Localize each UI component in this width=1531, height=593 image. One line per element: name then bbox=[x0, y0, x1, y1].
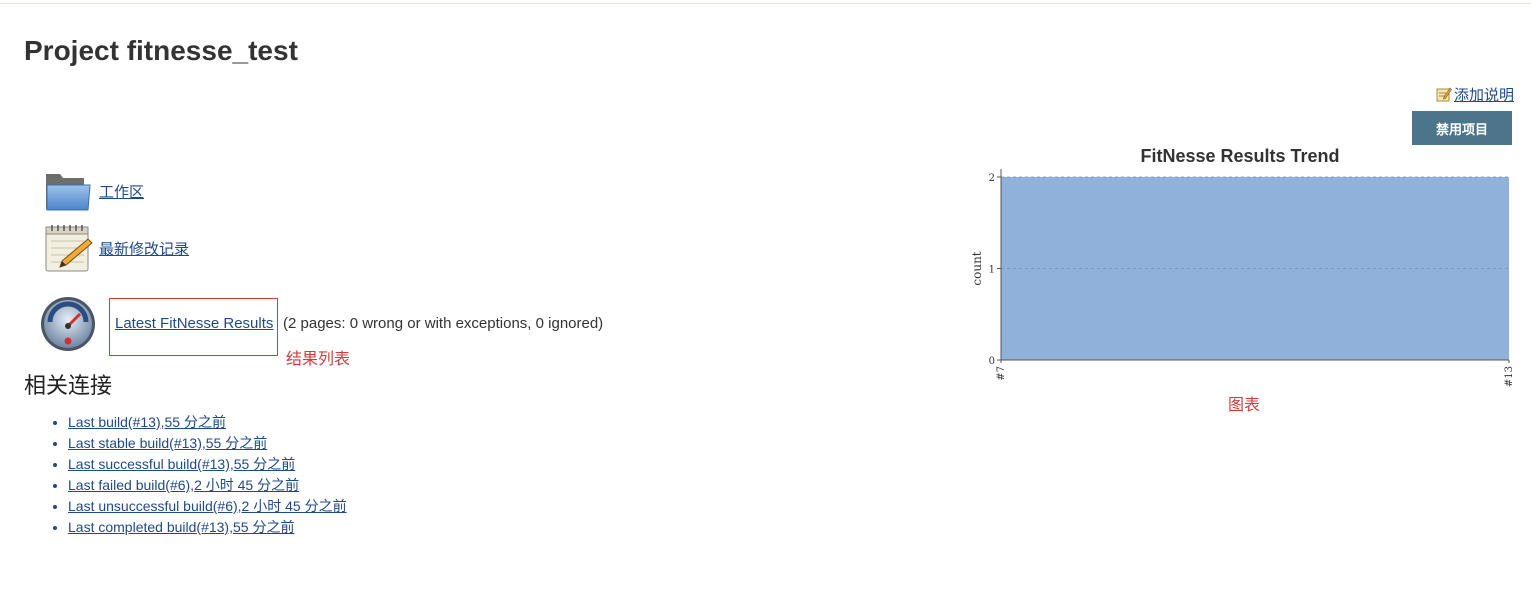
annotation-highlight-box bbox=[109, 298, 278, 356]
folder-icon bbox=[46, 174, 91, 211]
add-description-label[interactable]: 添加说明 bbox=[1454, 84, 1514, 105]
task-changes-label[interactable]: 最新修改记录 bbox=[99, 238, 189, 259]
fitnesse-gauge-icon bbox=[41, 297, 95, 351]
permalink-last-build[interactable]: Last build(#13),55 分之前 bbox=[68, 414, 226, 430]
permalink-last-failed-build[interactable]: Last failed build(#6),2 小时 45 分之前 bbox=[68, 477, 299, 493]
annotation-chart: 图表 bbox=[1228, 397, 1261, 414]
disable-project-button[interactable]: 禁用项目 bbox=[1412, 111, 1512, 145]
add-description-link[interactable]: 添加说明 bbox=[1436, 84, 1514, 104]
fitnesse-trend-chart[interactable]: 0 1 2 #7 #13 count bbox=[960, 160, 1520, 390]
edit-note-icon bbox=[1436, 87, 1452, 102]
task-workspace[interactable]: 工作区 bbox=[44, 166, 144, 216]
y-tick-label: 1 bbox=[989, 265, 995, 276]
x-tick-label: #13 bbox=[1504, 366, 1515, 387]
permalink-last-stable-build[interactable]: Last stable build(#13),55 分之前 bbox=[68, 435, 267, 451]
permalink-last-unsuccessful-build[interactable]: Last unsuccessful build(#6),2 小时 45 分之前 bbox=[68, 498, 347, 514]
task-workspace-label[interactable]: 工作区 bbox=[99, 181, 144, 202]
permalinks-list: Last build(#13),55 分之前 Last stable build… bbox=[48, 412, 347, 538]
task-changes[interactable]: 最新修改记录 bbox=[44, 223, 189, 273]
page-title: Project fitnesse_test bbox=[24, 35, 298, 66]
x-tick-label: #7 bbox=[996, 366, 1007, 381]
y-tick-label: 0 bbox=[989, 356, 995, 367]
top-rule bbox=[0, 3, 1531, 4]
permalink-last-successful-build[interactable]: Last successful build(#13),55 分之前 bbox=[68, 456, 295, 472]
list-item: Last unsuccessful build(#6),2 小时 45 分之前 bbox=[68, 496, 347, 517]
permalinks-title: 相关连接 bbox=[24, 374, 113, 399]
list-item: Last build(#13),55 分之前 bbox=[68, 412, 347, 433]
permalink-last-completed-build[interactable]: Last completed build(#13),55 分之前 bbox=[68, 519, 294, 535]
y-axis-label: count bbox=[970, 251, 984, 285]
annotation-results-list: 结果列表 bbox=[286, 351, 351, 368]
list-item: Last failed build(#6),2 小时 45 分之前 bbox=[68, 475, 347, 496]
list-item: Last stable build(#13),55 分之前 bbox=[68, 433, 347, 454]
y-tick-label: 2 bbox=[989, 173, 995, 184]
fitnesse-summary-text: (2 pages: 0 wrong or with exceptions, 0 … bbox=[283, 315, 604, 332]
notepad-icon bbox=[45, 225, 93, 272]
list-item: Last completed build(#13),55 分之前 bbox=[68, 517, 347, 538]
list-item: Last successful build(#13),55 分之前 bbox=[68, 454, 347, 475]
